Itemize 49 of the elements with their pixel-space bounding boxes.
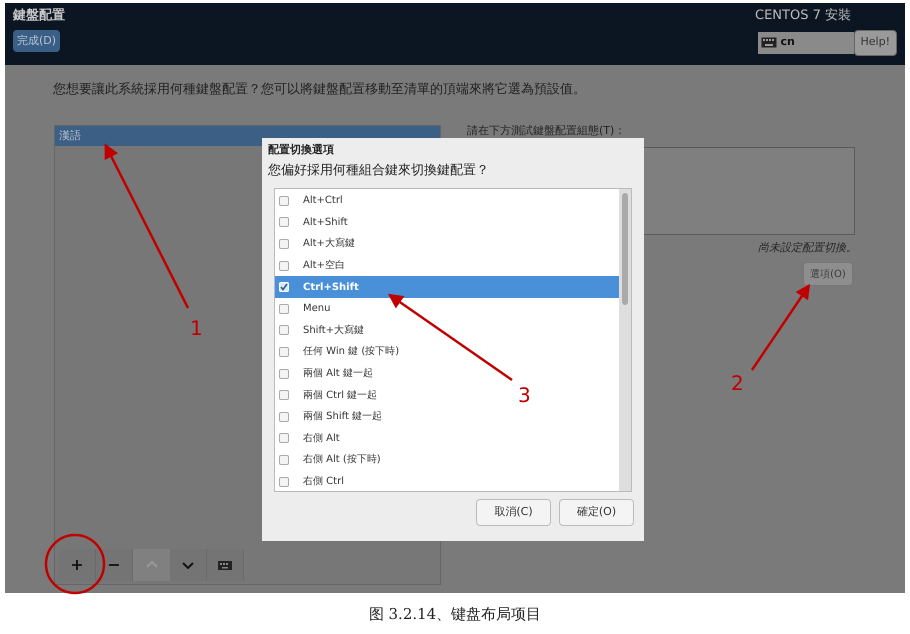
screen-title: 鍵盤配置 xyxy=(13,7,65,25)
options-button[interactable]: 選項(O) xyxy=(803,262,853,286)
scrollbar-thumb[interactable] xyxy=(622,193,628,305)
checkbox[interactable] xyxy=(279,454,289,465)
option-row[interactable]: Shift+大寫鍵 xyxy=(275,320,368,342)
option-row[interactable]: Alt+Shift xyxy=(275,212,352,234)
checkbox[interactable] xyxy=(279,260,289,271)
checkbox[interactable] xyxy=(279,196,289,206)
checkbox[interactable] xyxy=(279,412,289,422)
checkbox[interactable] xyxy=(279,368,289,379)
annotation-number: 2 xyxy=(731,371,744,395)
prompt-text: 您想要讓此系統採用何種鍵盤配置？您可以將鍵盤配置移動至清單的頂端來將它選為預設值。 xyxy=(53,81,586,99)
option-row[interactable]: 任何 Win 鍵 (按下時) xyxy=(275,341,404,363)
checkbox[interactable] xyxy=(279,217,289,228)
test-label: 請在下方測試鍵盤配置組態(T)： xyxy=(467,123,626,139)
checkbox[interactable] xyxy=(279,346,289,357)
cancel-button[interactable]: 取消(C) xyxy=(476,499,551,526)
option-row[interactable]: Alt+大寫鍵 xyxy=(275,233,359,255)
option-row[interactable]: 右側 Alt xyxy=(275,428,344,450)
checkbox[interactable] xyxy=(279,476,289,487)
option-row[interactable]: Alt+空白 xyxy=(275,254,349,276)
switch-status-text: 尚未設定配置切換。 xyxy=(758,240,857,256)
check-icon xyxy=(280,283,288,292)
help-button[interactable]: Help! xyxy=(854,30,897,56)
option-row[interactable]: Menu xyxy=(275,298,334,320)
annotation-number: 1 xyxy=(190,316,203,340)
checkbox[interactable] xyxy=(279,325,289,336)
checkbox[interactable] xyxy=(279,304,289,314)
option-row[interactable]: 右側 Alt (按下時) xyxy=(275,449,385,471)
dialog-question: 您偏好採用何種組合鍵來切換鍵配置？ xyxy=(268,162,490,180)
figure-caption: 图 3.2.14、键盘布局项目 xyxy=(368,604,542,625)
checkbox[interactable] xyxy=(279,433,289,444)
keyboard-indicator[interactable]: cn xyxy=(758,32,854,54)
option-row[interactable]: 右側 Ctrl xyxy=(275,470,348,492)
checkbox[interactable] xyxy=(279,238,289,249)
scrollbar[interactable] xyxy=(619,189,631,491)
annotation-circle xyxy=(44,534,106,594)
annotation-number: 3 xyxy=(518,383,531,407)
done-button[interactable]: 完成(D) xyxy=(13,30,60,52)
option-row[interactable]: Alt+Ctrl xyxy=(275,190,347,212)
option-row[interactable]: 兩個 Alt 鍵一起 xyxy=(275,362,377,384)
checkbox[interactable] xyxy=(279,282,289,292)
keyboard-icon xyxy=(217,558,233,572)
ok-button[interactable]: 確定(O) xyxy=(559,499,634,526)
option-row[interactable]: 兩個 Ctrl 鍵一起 xyxy=(275,384,382,406)
product-title: CENTOS 7 安裝 xyxy=(755,7,852,25)
checkbox[interactable] xyxy=(279,390,289,400)
option-row[interactable]: 兩個 Shift 鍵一起 xyxy=(275,406,386,428)
keyboard-icon xyxy=(760,37,776,48)
